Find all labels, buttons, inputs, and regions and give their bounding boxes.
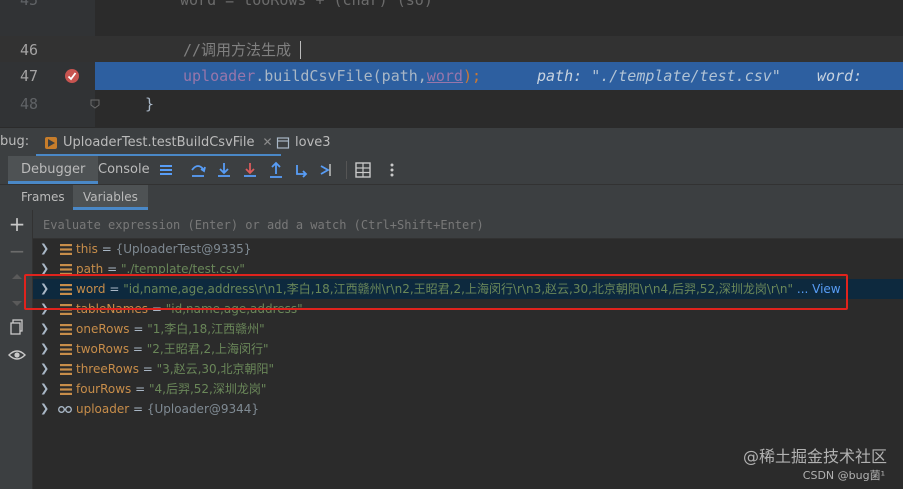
show-watches-eye-icon[interactable] (8, 346, 26, 364)
more-options-icon[interactable] (382, 160, 402, 180)
code-editor[interactable]: 45 word = tooRows + (char) (so) 46 //调用方… (0, 0, 903, 127)
line-number: 46 (19, 41, 38, 59)
tab-uploadertest-testbuildcsvfile[interactable]: UploaderTest.testBuildCsvFile ✕ (36, 128, 281, 157)
field-icon (60, 244, 72, 255)
step-out-icon[interactable] (266, 160, 286, 180)
evaluate-expression-bar (33, 210, 903, 239)
code-statement: uploader.buildCsvFile(path,word); (183, 67, 482, 85)
variable-row-fourrows[interactable]: ❯ fourRows = "4,后羿,52,深圳龙岗" (33, 379, 903, 399)
breakpoint-icon[interactable] (64, 68, 80, 84)
tab-love3[interactable]: love3 (270, 128, 337, 157)
database-console-icon (276, 136, 290, 149)
layout-menu-icon[interactable] (156, 160, 176, 180)
run-to-cursor-icon[interactable] (318, 160, 338, 180)
field-icon (60, 344, 72, 355)
drop-frame-icon[interactable] (292, 160, 312, 180)
evaluate-expression-icon[interactable] (353, 160, 373, 180)
debugger-toolbar: Debugger Console (0, 156, 903, 185)
tab-variables[interactable]: Variables (73, 185, 148, 210)
evaluate-expression-input[interactable] (41, 212, 885, 238)
debug-tool-label: bug: (0, 134, 30, 149)
new-watch-icon[interactable]: + (8, 214, 26, 234)
tab-frames[interactable]: Frames (12, 185, 74, 210)
line-number: 45 (19, 0, 38, 9)
line-number: 48 (19, 95, 38, 113)
inline-debug-hint: path: "./template/test.csv" word: (537, 67, 872, 85)
tab-console[interactable]: Console (88, 156, 160, 184)
variable-row-onerows[interactable]: ❯ oneRows = "1,李白,18,江西赣州" (33, 319, 903, 339)
expand-chevron-icon[interactable]: ❯ (40, 379, 49, 399)
code-line-45[interactable]: 45 word = tooRows + (char) (so) (0, 0, 903, 14)
watch-glasses-icon (58, 406, 72, 413)
copy-icon[interactable] (8, 318, 26, 336)
code-line-47-current-execution[interactable]: 47 uploader.buildCsvFile(path,word); pat… (0, 62, 903, 90)
debug-session-tabs: bug: UploaderTest.testBuildCsvFile ✕ love… (0, 127, 903, 158)
code-line-46[interactable]: 46 //调用方法生成 (0, 36, 903, 64)
variable-row-uploader[interactable]: ❯ uploader = {Uploader@9344} (33, 399, 903, 419)
code-comment: //调用方法生成 (183, 41, 292, 59)
run-config-icon (45, 136, 57, 149)
expand-chevron-icon[interactable]: ❯ (40, 239, 49, 259)
variable-row-tworows[interactable]: ❯ twoRows = "2,王昭君,2,上海闵行" (33, 339, 903, 359)
closing-brace: } (145, 95, 155, 113)
toolbar-separator (346, 161, 347, 179)
expand-chevron-icon[interactable]: ❯ (40, 319, 49, 339)
fold-marker-icon[interactable] (90, 99, 100, 109)
watermark-csdn: CSDN @bug菌¹ (802, 469, 885, 482)
expand-chevron-icon[interactable]: ❯ (40, 359, 49, 379)
code-text-cut: word = tooRows + (char) (so) (180, 0, 433, 9)
field-icon (60, 364, 72, 375)
remove-watch-icon[interactable]: − (8, 241, 26, 261)
code-line-48[interactable]: 48 } (0, 90, 903, 118)
variable-row-this[interactable]: ❯ this = {UploaderTest@9335} (33, 239, 903, 259)
step-into-icon[interactable] (214, 160, 234, 180)
annotation-highlight-box (24, 274, 848, 310)
variables-side-toolbar: + − (0, 210, 33, 489)
step-over-icon[interactable] (188, 160, 208, 180)
field-icon (60, 384, 72, 395)
debugger-subtabs: Frames Variables (0, 185, 903, 211)
text-cursor (300, 41, 301, 59)
tab-debugger[interactable]: Debugger (8, 156, 99, 184)
watermark: @稀土掘金技术社区 (742, 447, 887, 466)
expand-chevron-icon[interactable]: ❯ (40, 399, 49, 419)
force-step-into-icon[interactable] (240, 160, 260, 180)
field-icon (60, 324, 72, 335)
line-number: 47 (19, 67, 38, 85)
expand-chevron-icon[interactable]: ❯ (40, 339, 49, 359)
variable-row-threerows[interactable]: ❯ threeRows = "3,赵云,30,北京朝阳" (33, 359, 903, 379)
